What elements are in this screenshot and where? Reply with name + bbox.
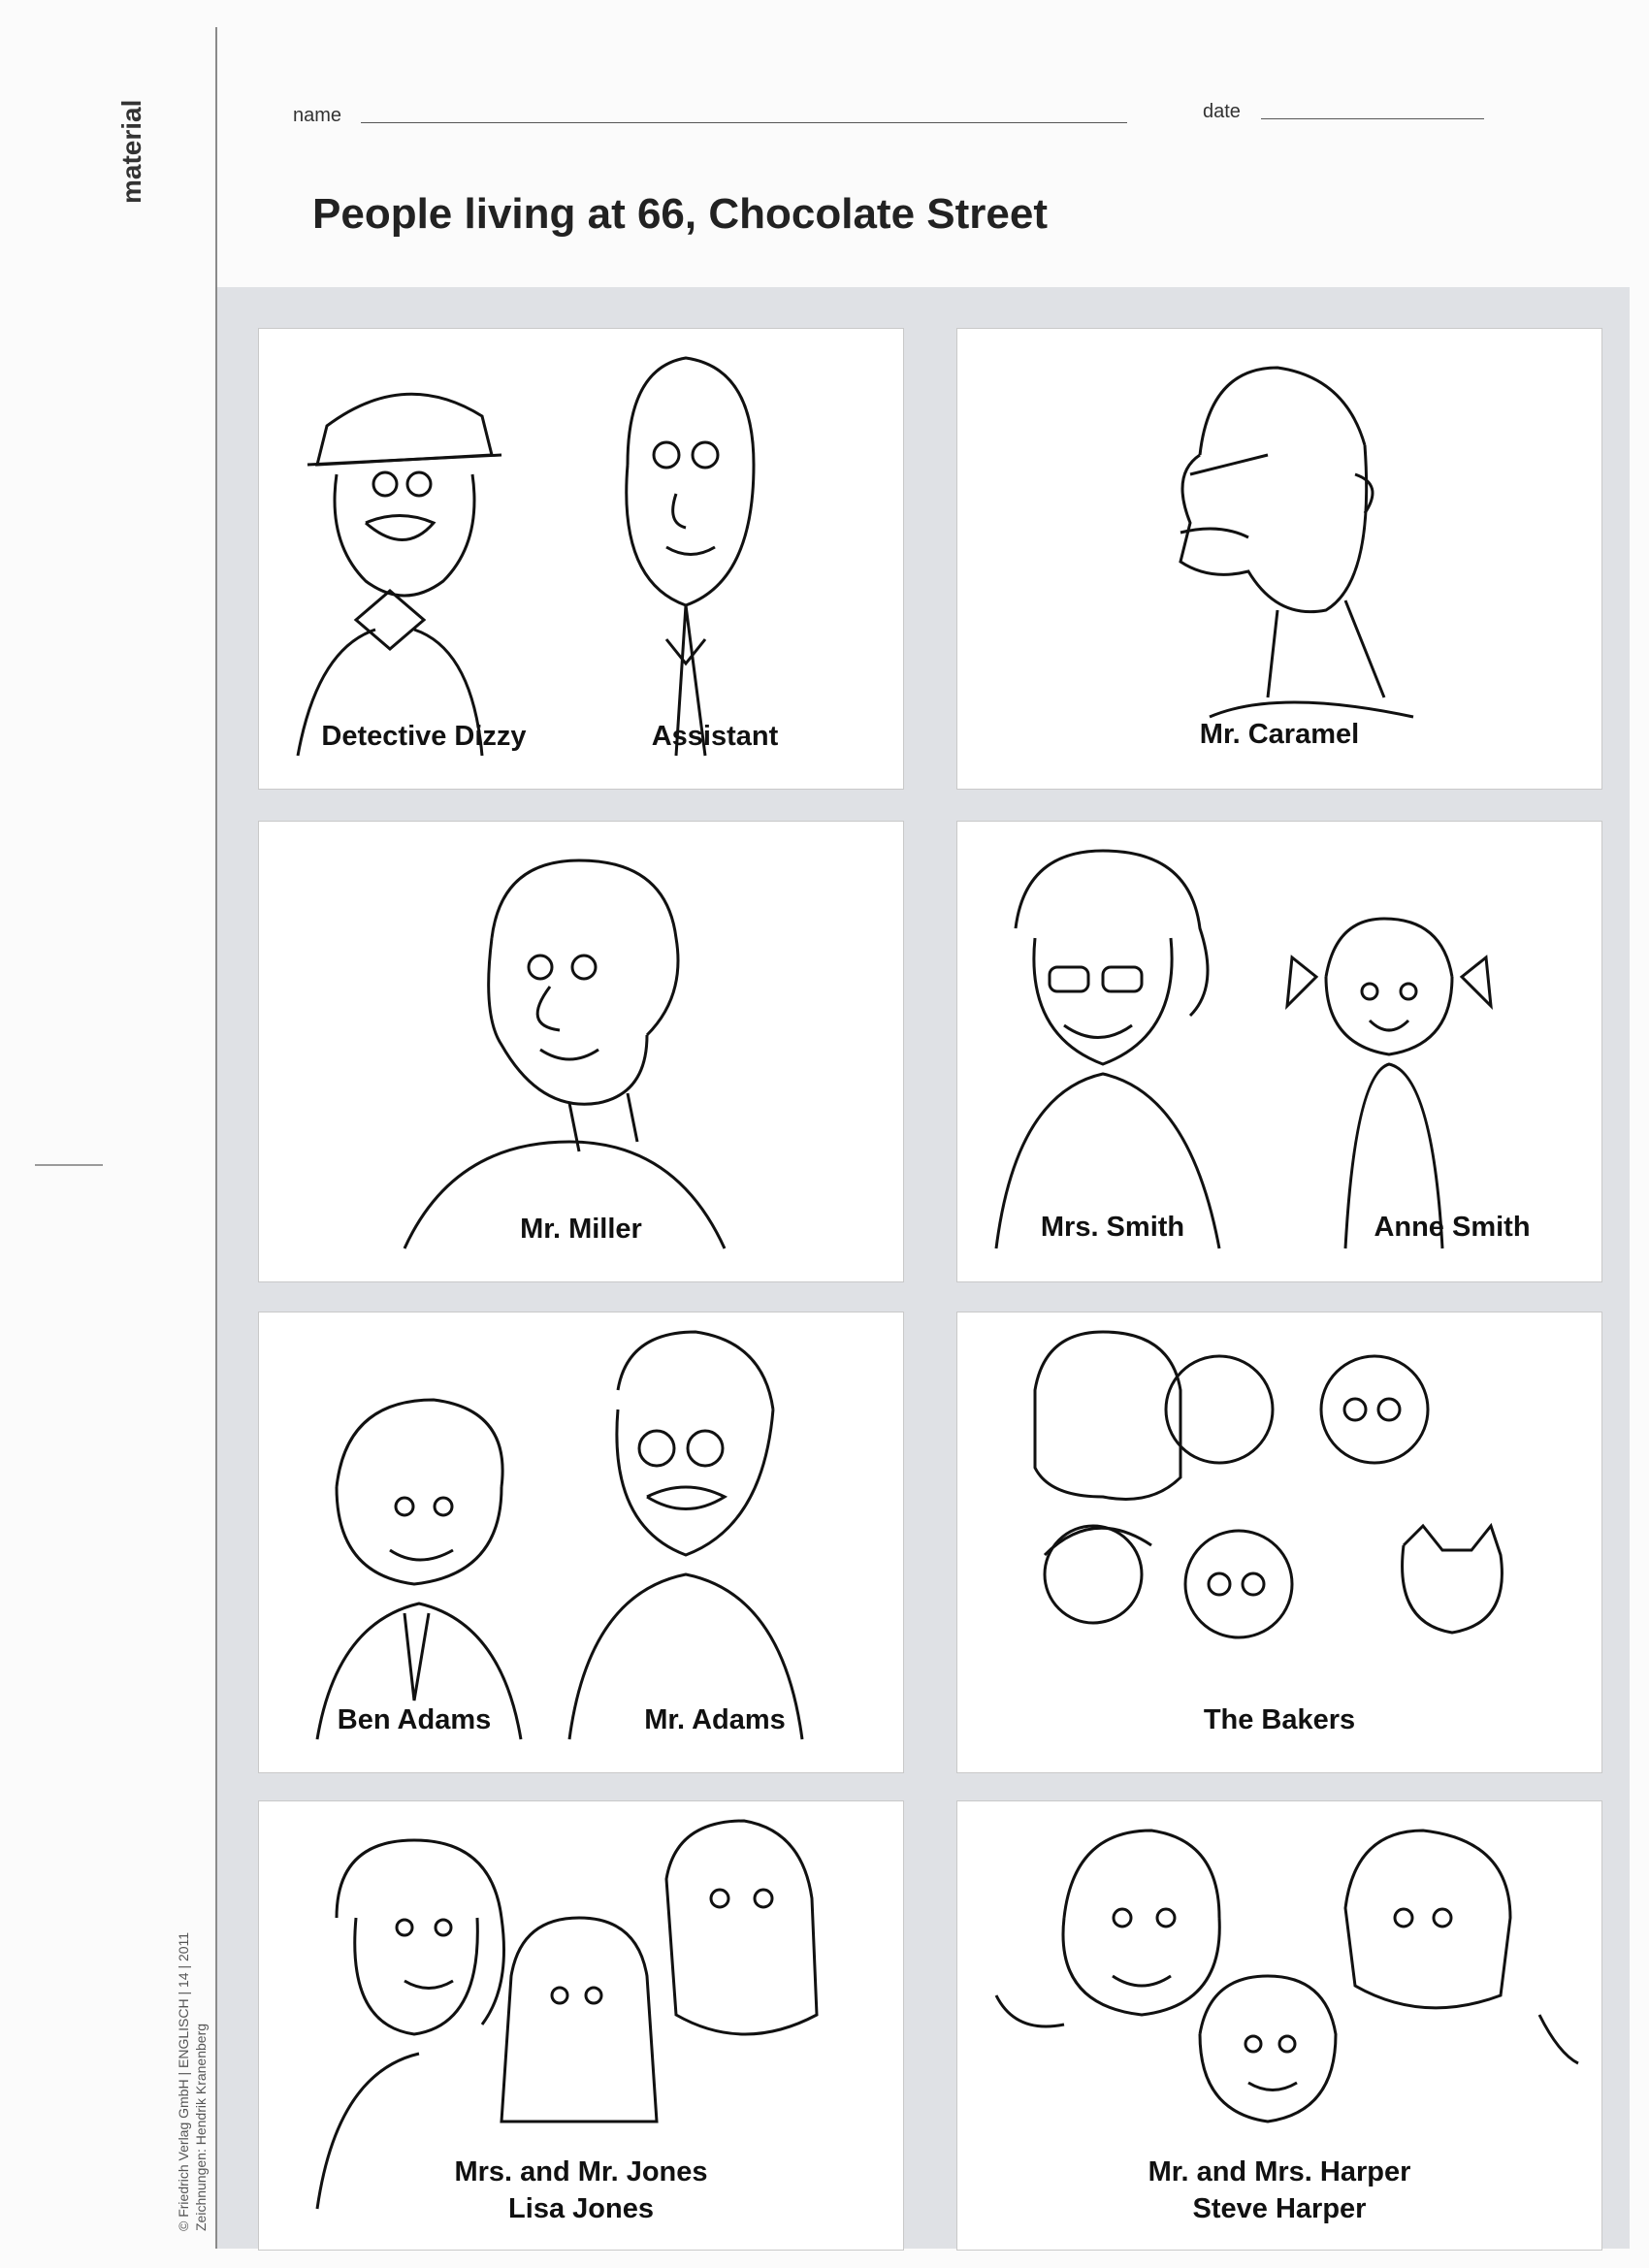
section-label: material (116, 99, 146, 204)
label-steve-harper: Steve Harper (1192, 2193, 1367, 2224)
label-mr-caramel: Mr. Caramel (1199, 719, 1360, 750)
page-title: People living at 66, Chocolate Street (312, 190, 1048, 238)
fold-mark (35, 1164, 103, 1166)
card-harper-family: Mr. and Mrs. Harper Steve Harper (956, 1800, 1602, 2251)
adams-family-illustration (315, 1330, 804, 1740)
worksheet-page: material © Friedrich Verlag GmbH | ENGLI… (0, 0, 1649, 2268)
illustrator-credit: Zeichnungen: Hendrik Kranenberg (193, 2023, 209, 2231)
date-field[interactable] (1261, 118, 1484, 119)
label-ben-adams: Ben Adams (337, 1704, 492, 1735)
card-mr-miller: Mr. Miller (258, 821, 904, 1282)
label-mrs-smith: Mrs. Smith (1040, 1212, 1185, 1243)
name-field[interactable] (361, 122, 1127, 123)
copyright-line: © Friedrich Verlag GmbH | ENGLISCH | 14 … (176, 1931, 191, 2231)
bakers-family-illustration (1033, 1330, 1504, 1639)
label-mrs-and-mr-jones: Mrs. and Mr. Jones (454, 2156, 708, 2187)
card-bakers-family: The Bakers (956, 1312, 1602, 1773)
label-the-bakers: The Bakers (1203, 1704, 1356, 1735)
card-smith-family: Mrs. Smith Anne Smith (956, 821, 1602, 1282)
mr-miller-illustration (403, 859, 727, 1249)
card-detective-dizzy: Detective Dizzy Assistant (258, 328, 904, 790)
label-lisa-jones: Lisa Jones (508, 2193, 654, 2224)
label-mr-adams: Mr. Adams (644, 1704, 786, 1735)
card-adams-family: Ben Adams Mr. Adams (258, 1312, 904, 1773)
label-mr-and-mrs-harper: Mr. and Mrs. Harper (1148, 2156, 1411, 2187)
label-mr-miller: Mr. Miller (520, 1214, 642, 1245)
date-label: date (1203, 101, 1241, 122)
card-jones-family: Mrs. and Mr. Jones Lisa Jones (258, 1800, 904, 2251)
label-assistant: Assistant (651, 721, 779, 752)
copyright-notice: © Friedrich Verlag GmbH | ENGLISCH | 14 … (175, 1932, 210, 2231)
label-detective-dizzy: Detective Dizzy (321, 721, 527, 752)
label-anne-smith: Anne Smith (1374, 1212, 1531, 1243)
name-label: name (293, 105, 342, 126)
detective-and-assistant-illustration (296, 356, 756, 757)
card-mr-caramel: Mr. Caramel (956, 328, 1602, 790)
